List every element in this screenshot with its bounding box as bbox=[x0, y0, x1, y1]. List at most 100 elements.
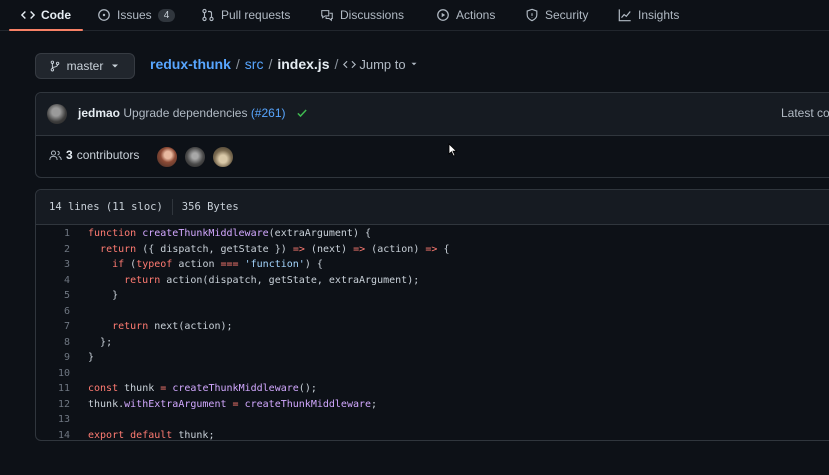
line-number[interactable]: 8 bbox=[36, 335, 70, 351]
tab-security[interactable]: Security bbox=[525, 0, 588, 30]
code-text: thunk.withExtraArgument = createThunkMid… bbox=[88, 398, 378, 410]
code-line: 6 bbox=[36, 304, 829, 320]
line-number[interactable]: 12 bbox=[36, 397, 70, 413]
file-size: 356 Bytes bbox=[181, 201, 239, 213]
tab-security-label: Security bbox=[545, 8, 589, 22]
latest-commit-header: jedmao Upgrade dependencies (#261) Lates… bbox=[36, 93, 829, 136]
code-line: 10 bbox=[36, 366, 829, 382]
code-line: 3 if (typeof action === 'function') { bbox=[36, 257, 829, 273]
breadcrumb-separator: / bbox=[235, 56, 240, 72]
code-text: export default thunk; bbox=[88, 429, 215, 441]
repo-nav-tabs: Code Issues 4 Pull requests Discussions … bbox=[0, 0, 829, 31]
code-line: 13 bbox=[36, 412, 829, 428]
breadcrumb: redux-thunk / src / index.js / Jump to bbox=[150, 56, 419, 72]
jump-to-dropdown[interactable]: Jump to bbox=[343, 57, 418, 72]
tab-pull-requests[interactable]: Pull requests bbox=[201, 0, 290, 30]
code-line: 5 } bbox=[36, 288, 829, 304]
commit-pr-link[interactable]: (#261) bbox=[251, 106, 286, 120]
tab-discussions[interactable]: Discussions bbox=[320, 0, 404, 30]
code-text: }; bbox=[100, 336, 113, 348]
code-line: 12 thunk.withExtraArgument = createThunkM… bbox=[36, 397, 829, 413]
people-icon bbox=[49, 150, 62, 160]
code-text: const thunk = createThunkMiddleware(); bbox=[88, 383, 317, 394]
commit-summary: jedmao Upgrade dependencies (#261) bbox=[78, 106, 286, 120]
pull-request-icon bbox=[202, 8, 214, 22]
code-text: } bbox=[88, 352, 95, 363]
tab-discussions-label: Discussions bbox=[340, 8, 405, 22]
jump-to-label: Jump to bbox=[359, 56, 406, 72]
tab-insights-label: Insights bbox=[638, 8, 680, 22]
breadcrumb-repo-link[interactable]: redux-thunk bbox=[150, 56, 231, 72]
code-listing: 1 function createThunkMiddleware(extraArg… bbox=[36, 226, 829, 441]
code-line: 8 }; bbox=[36, 335, 829, 351]
line-number[interactable]: 7 bbox=[36, 319, 70, 335]
line-number[interactable]: 14 bbox=[36, 428, 70, 441]
line-number[interactable]: 2 bbox=[36, 242, 70, 258]
graph-icon bbox=[618, 9, 631, 22]
breadcrumb-file: index.js bbox=[277, 56, 330, 72]
code-icon bbox=[343, 60, 357, 68]
file-viewer: 14 lines (11 sloc) 356 Bytes 1 function c… bbox=[35, 189, 829, 441]
commit-author-link[interactable]: jedmao bbox=[78, 106, 120, 120]
code-line: 9} bbox=[36, 350, 829, 366]
contributor-avatar[interactable] bbox=[184, 146, 206, 168]
code-icon bbox=[21, 11, 35, 19]
line-number[interactable]: 10 bbox=[36, 366, 70, 382]
code-text: } bbox=[112, 290, 119, 301]
line-number[interactable]: 5 bbox=[36, 288, 70, 304]
tab-insights[interactable]: Insights bbox=[618, 0, 679, 30]
discussion-icon bbox=[321, 10, 333, 22]
code-line: 11 const thunk = createThunkMiddleware(); bbox=[36, 381, 829, 397]
branch-name: master bbox=[66, 59, 104, 73]
code-text: return ({ dispatch, getState }) => (next… bbox=[100, 243, 450, 255]
file-info-bar: 14 lines (11 sloc) 356 Bytes bbox=[36, 190, 829, 225]
breadcrumb-dir-link[interactable]: src bbox=[245, 56, 264, 72]
line-number[interactable]: 1 bbox=[36, 226, 70, 242]
branch-select-button[interactable]: master bbox=[35, 53, 135, 79]
code-text: function createThunkMiddleware(extraArgu… bbox=[88, 228, 372, 239]
tab-issues[interactable]: Issues 4 bbox=[97, 0, 176, 30]
line-number[interactable]: 11 bbox=[36, 381, 70, 397]
issues-count-badge: 4 bbox=[157, 8, 176, 22]
author-avatar[interactable] bbox=[47, 104, 67, 124]
contributors-count: 3 bbox=[66, 148, 73, 162]
check-icon[interactable] bbox=[296, 107, 308, 119]
contributors-link[interactable]: 3 contributors bbox=[49, 148, 139, 162]
file-line-count: 14 lines (11 sloc) bbox=[49, 201, 163, 213]
latest-commit-box: jedmao Upgrade dependencies (#261) Lates… bbox=[35, 92, 829, 178]
contributors-label: contributors bbox=[76, 148, 140, 162]
code-line: 14 export default thunk; bbox=[36, 428, 829, 441]
contributor-avatar[interactable] bbox=[212, 146, 234, 168]
file-info-divider bbox=[171, 199, 173, 215]
mouse-cursor-icon bbox=[448, 143, 458, 157]
issue-icon bbox=[98, 9, 110, 21]
caret-down-icon bbox=[411, 62, 417, 66]
branch-icon bbox=[50, 60, 59, 72]
contributor-avatar[interactable] bbox=[156, 146, 178, 168]
code-line: 7 return next(action); bbox=[36, 319, 829, 335]
latest-commit-link[interactable]: Latest co bbox=[781, 106, 829, 120]
breadcrumb-separator: / bbox=[268, 56, 273, 72]
line-number[interactable]: 4 bbox=[36, 273, 70, 289]
tab-code[interactable]: Code bbox=[9, 0, 83, 31]
line-number[interactable]: 3 bbox=[36, 257, 70, 273]
code-text: return action(dispatch, getState, extraA… bbox=[124, 274, 420, 286]
tab-issues-label: Issues bbox=[117, 8, 152, 22]
code-text: if (typeof action === 'function') { bbox=[112, 259, 323, 270]
shield-icon bbox=[526, 8, 538, 22]
line-number[interactable]: 6 bbox=[36, 304, 70, 320]
commit-message-link[interactable]: Upgrade dependencies bbox=[123, 106, 247, 120]
tab-actions-label: Actions bbox=[456, 8, 496, 22]
tab-code-label: Code bbox=[41, 8, 71, 22]
breadcrumb-separator: / bbox=[334, 56, 339, 72]
line-number[interactable]: 13 bbox=[36, 412, 70, 428]
code-text: return next(action); bbox=[112, 321, 233, 332]
tab-actions[interactable]: Actions bbox=[436, 0, 495, 30]
code-line: 2 return ({ dispatch, getState }) => (ne… bbox=[36, 242, 829, 258]
code-line: 4 return action(dispatch, getState, extr… bbox=[36, 273, 829, 289]
caret-down-icon bbox=[112, 64, 119, 68]
code-line: 1 function createThunkMiddleware(extraArg… bbox=[36, 226, 829, 242]
line-number[interactable]: 9 bbox=[36, 350, 70, 366]
play-icon bbox=[437, 9, 449, 21]
tab-pull-requests-label: Pull requests bbox=[221, 8, 291, 22]
